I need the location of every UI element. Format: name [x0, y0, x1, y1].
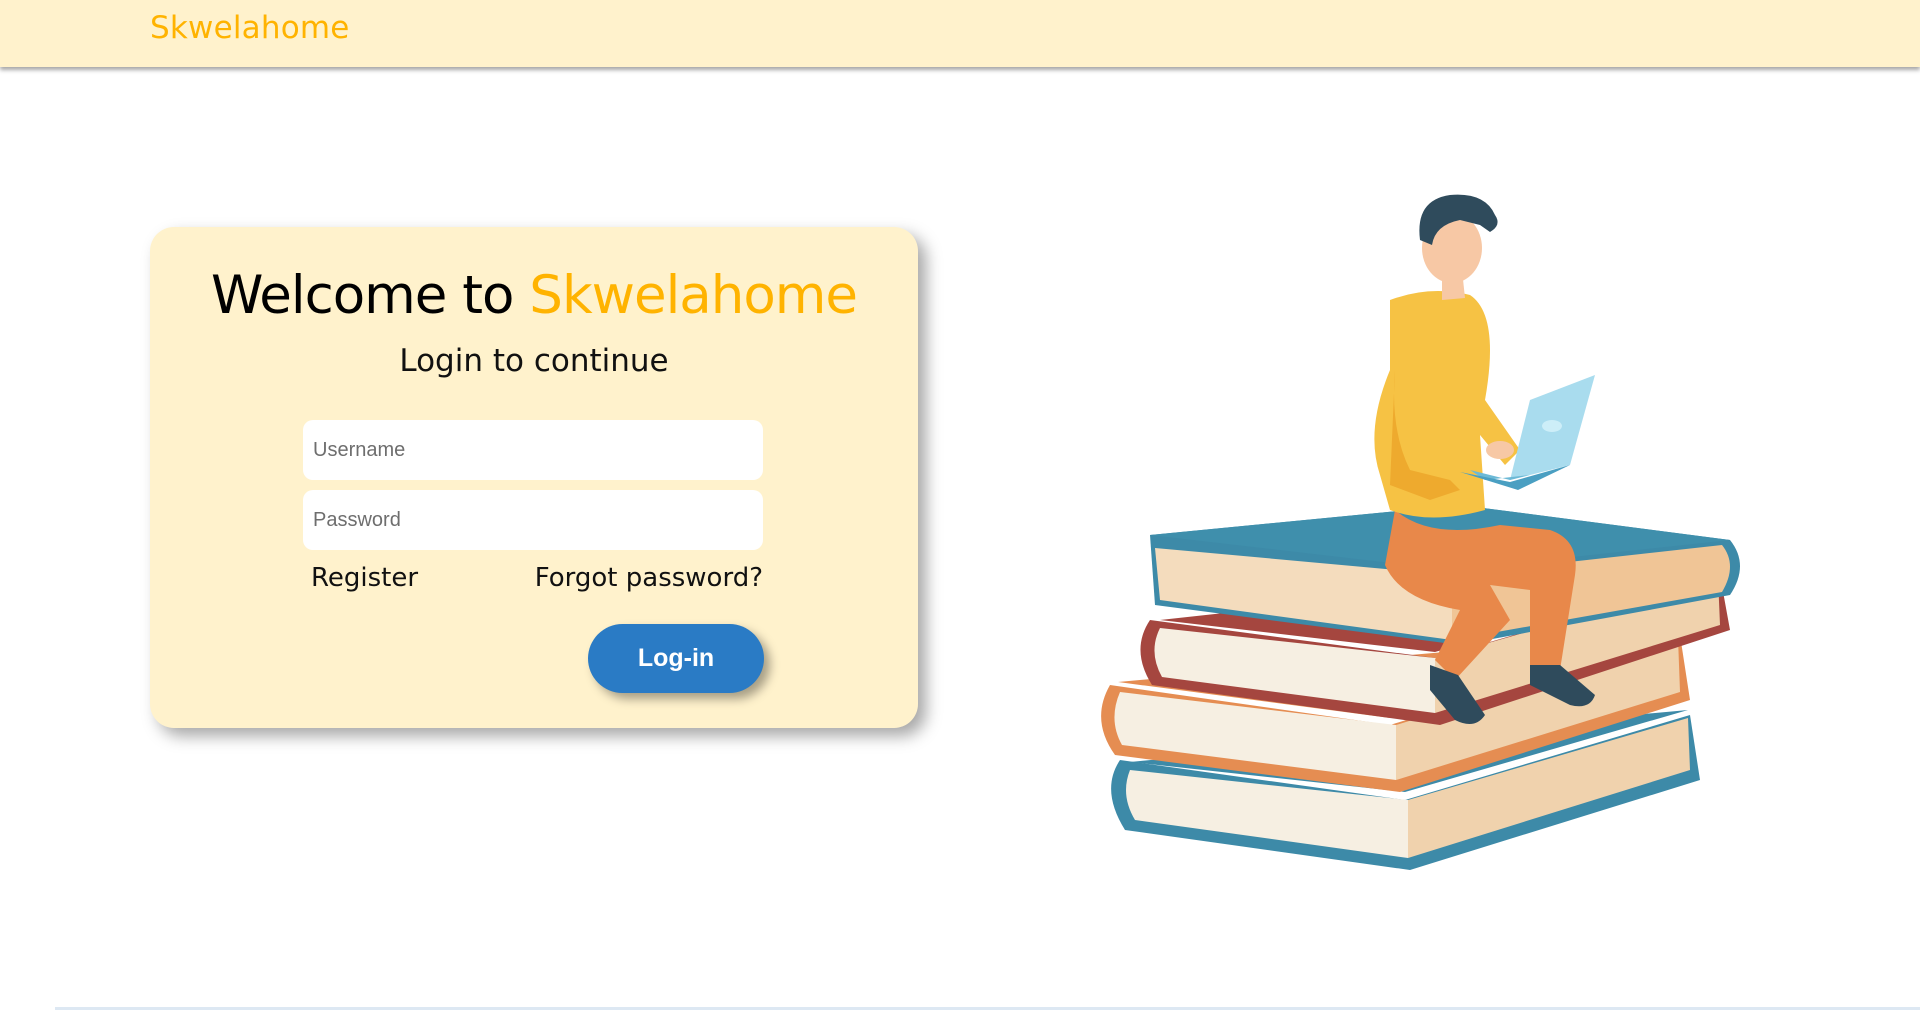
- login-card: Welcome to Skwelahome Login to continue …: [150, 227, 918, 728]
- login-button[interactable]: Log-in: [588, 624, 764, 693]
- register-link[interactable]: Register: [311, 563, 418, 593]
- top-navbar: Skwelahome: [0, 0, 1920, 67]
- student-on-books-illustration: [1101, 194, 1740, 870]
- username-input[interactable]: [303, 420, 763, 480]
- welcome-heading: Welcome to Skwelahome: [150, 265, 918, 326]
- login-subtitle: Login to continue: [399, 343, 669, 379]
- brand-logo-link[interactable]: Skwelahome: [150, 10, 350, 46]
- welcome-prefix: Welcome to: [210, 265, 530, 326]
- password-input[interactable]: [303, 490, 763, 550]
- forgot-password-link[interactable]: Forgot password?: [535, 563, 763, 593]
- welcome-brand: Skwelahome: [529, 265, 858, 326]
